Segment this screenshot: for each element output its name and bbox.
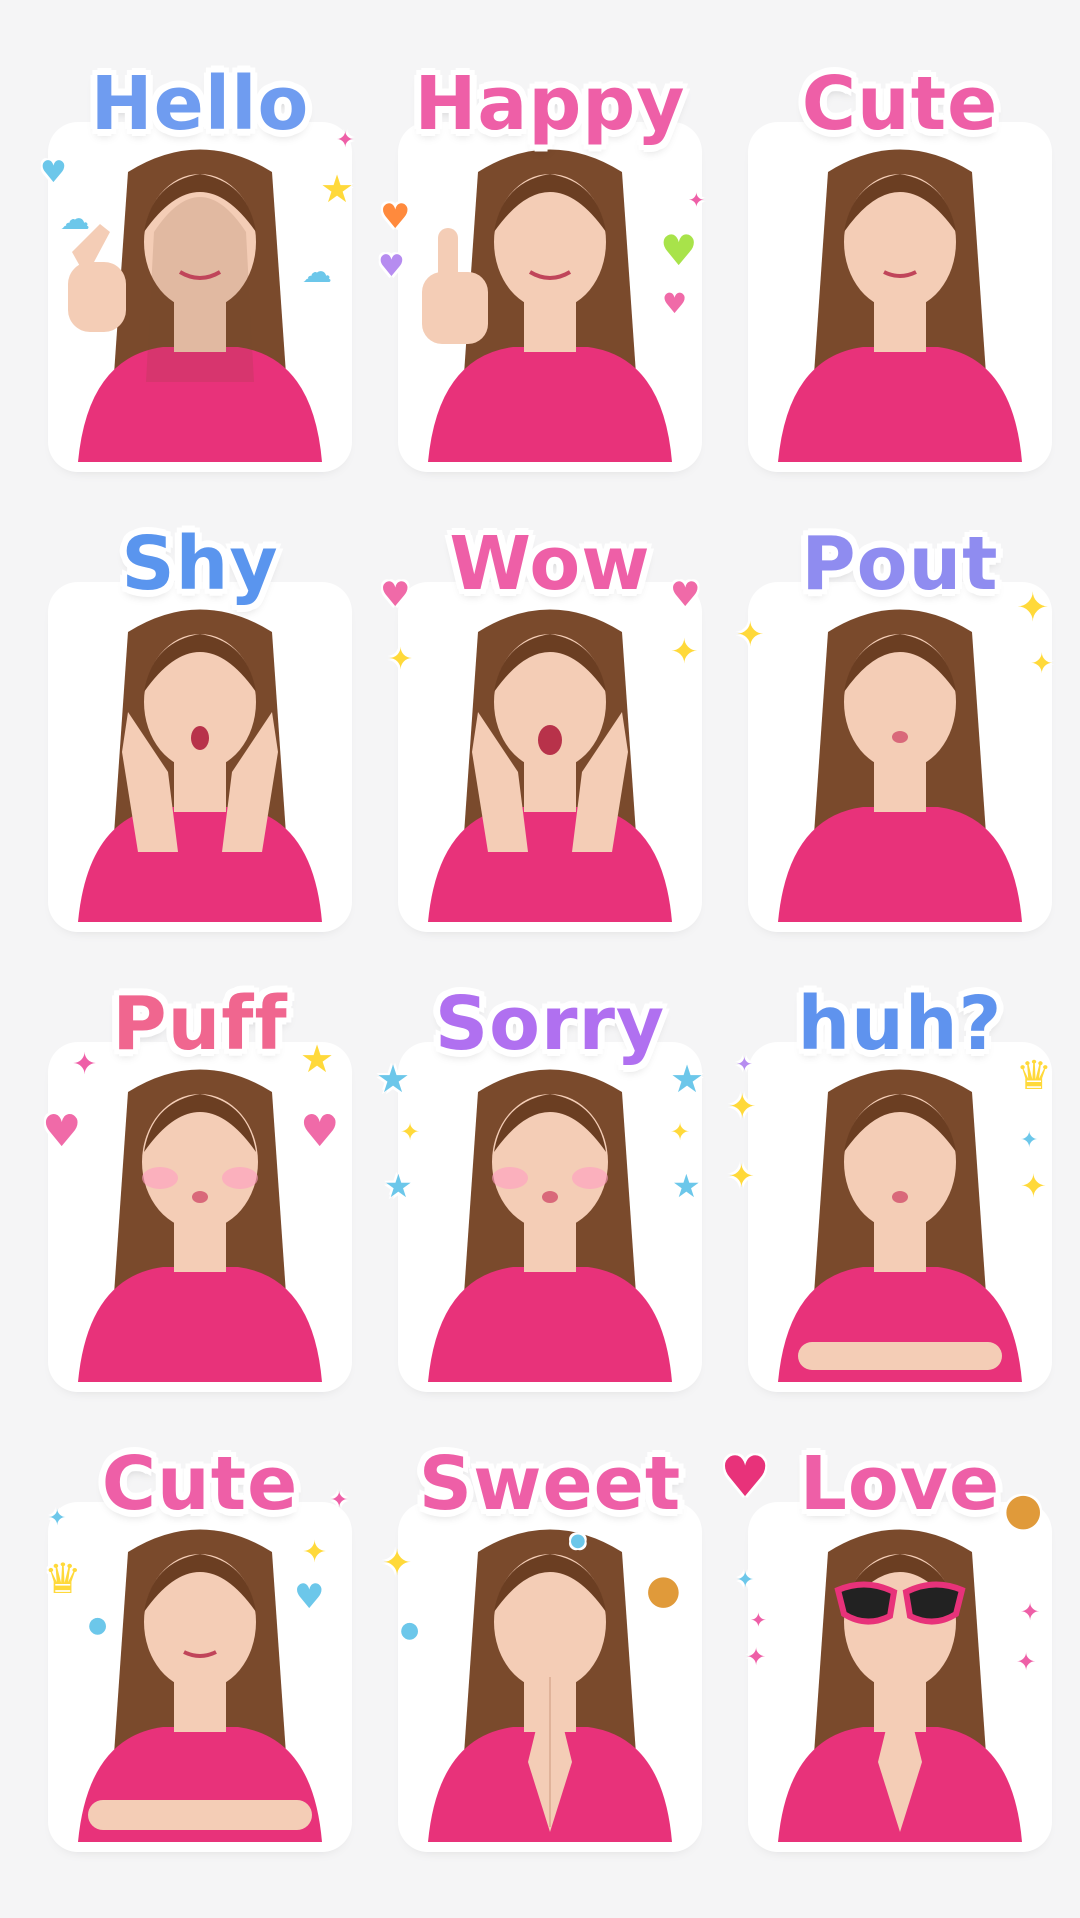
sparkle-icon: ✦ [1016, 585, 1050, 631]
sticker-huh[interactable]: huh? ✦ ♛ ✦ ✦ ✦ ✦ [720, 960, 1080, 1440]
star-icon: ★ [670, 1057, 705, 1101]
sparkle-icon: ✦ [688, 188, 705, 212]
person-hands-on-cheeks-image [58, 592, 342, 922]
sticker-label: Shy [121, 521, 279, 607]
sparkle-icon: ✦ [382, 1543, 413, 1584]
sparkle-icon: ✦ [1020, 1598, 1041, 1626]
sparkle-icon: ✦ [302, 1535, 328, 1570]
sticker-photo [58, 592, 342, 922]
star-icon: ★ [376, 1057, 411, 1101]
heart-icon: ♥ [300, 1106, 340, 1157]
sticker-sorry[interactable]: Sorry ★ ★ ✦ ✦ ★ ★ [370, 960, 730, 1440]
droplet-icon: ● [400, 1618, 420, 1643]
sticker-sweet[interactable]: Sweet ✦ ● ● ● [370, 1420, 730, 1900]
sticker-sheet: Hello ♥ ☁ ★ ☁ ✦ Happy ♥ ♥ ♥ ♥ ✦ Cute Shy… [0, 0, 1080, 1918]
sticker-label: Hello [90, 61, 310, 147]
sparkle-icon: ✦ [728, 1087, 757, 1127]
sticker-cute[interactable]: Cute [720, 40, 1080, 520]
star-icon: ★ [384, 1167, 413, 1205]
sticker-photo [58, 1052, 342, 1382]
sparkle-icon: ✦ [1030, 647, 1054, 680]
sticker-wow[interactable]: Wow ♥ ♥ ✦ ✦ [370, 500, 730, 980]
sticker-photo [58, 1512, 342, 1842]
sticker-cute-2[interactable]: Cute ✦ ✦ ♛ ✦ ♥ ● [20, 1420, 380, 1900]
star-icon: ★ [300, 1037, 335, 1081]
person-wink-image [758, 132, 1042, 462]
sticker-label: Cute [801, 61, 999, 147]
sparkle-icon: ✦ [736, 1052, 753, 1076]
sticker-photo [758, 1052, 1042, 1382]
crown-icon: ♛ [44, 1554, 82, 1603]
sticker-photo [408, 1512, 692, 1842]
sparkle-icon: ✦ [388, 642, 414, 677]
heart-icon: ♥ [40, 155, 67, 190]
crown-icon: ♛ [1016, 1053, 1052, 1099]
sparkle-icon: ✦ [72, 1047, 98, 1082]
sparkle-icon: ✦ [1020, 1167, 1047, 1205]
person-waving-image [58, 132, 342, 462]
sticker-photo [408, 132, 692, 462]
sticker-hello[interactable]: Hello ♥ ☁ ★ ☁ ✦ [20, 40, 380, 520]
heart-icon: ♥ [294, 1577, 325, 1617]
heart-icon: ♥ [378, 249, 405, 284]
sparkle-icon: ✦ [48, 1506, 67, 1531]
sparkle-icon: ✦ [1020, 1128, 1039, 1153]
sticker-photo [758, 1512, 1042, 1842]
sticker-photo [408, 1052, 692, 1382]
droplet-icon: ● [570, 1530, 586, 1551]
star-icon: ★ [320, 167, 355, 211]
sticker-shy[interactable]: Shy [20, 500, 380, 980]
sparkle-icon: ✦ [750, 1608, 767, 1632]
sticker-photo [758, 592, 1042, 922]
sticker-label: Cute [101, 1441, 299, 1527]
heart-icon: ♥ [380, 575, 411, 615]
cloud-icon: ☁ [302, 255, 332, 290]
sparkle-icon: ✦ [728, 1157, 755, 1195]
sticker-photo [408, 592, 692, 922]
sticker-happy[interactable]: Happy ♥ ♥ ♥ ♥ ✦ [370, 40, 730, 520]
sparkle-icon: ✦ [736, 615, 765, 655]
sticker-label: Sweet [418, 1441, 682, 1527]
heart-icon: ♥ [42, 1106, 82, 1157]
sticker-puff[interactable]: Puff ✦ ★ ♥ ♥ [20, 960, 380, 1440]
sparkle-icon: ✦ [400, 1118, 421, 1146]
sparkle-icon: ✦ [1016, 1648, 1037, 1676]
sparkle-icon: ✦ [746, 1643, 767, 1671]
bread-icon: ● [1004, 1484, 1043, 1535]
sticker-photo [758, 132, 1042, 462]
sparkle-icon: ✦ [670, 1118, 691, 1146]
heart-icon: ♥ [380, 197, 411, 237]
person-arms-crossed-image [58, 1512, 342, 1842]
sparkle-icon: ✦ [330, 1488, 349, 1513]
heart-icon: ♥ [720, 1445, 771, 1510]
person-pout-image [758, 592, 1042, 922]
cloud-icon: ☁ [60, 202, 90, 237]
person-thumbs-up-image [408, 132, 692, 462]
droplet-icon: ● [88, 1613, 108, 1638]
person-praying-hands-image [408, 1512, 692, 1842]
burger-icon: ● [646, 1567, 681, 1613]
person-puffed-cheeks-image [58, 1052, 342, 1382]
person-arms-crossed-image [758, 1052, 1042, 1382]
sticker-pout[interactable]: Pout ✦ ✦ ✦ [720, 500, 1080, 980]
person-surprised-image [408, 592, 692, 922]
sticker-photo [58, 132, 342, 462]
heart-icon: ♥ [660, 226, 698, 275]
sparkle-icon: ✦ [670, 632, 699, 672]
sparkle-icon: ✦ [736, 1568, 755, 1593]
person-sunglasses-praying-image [758, 1512, 1042, 1842]
person-puffed-cheeks-image [408, 1052, 692, 1382]
sparkle-icon: ✦ [336, 128, 355, 153]
sticker-label: Happy [414, 61, 686, 147]
heart-icon: ♥ [670, 575, 701, 615]
sticker-label: Sorry [434, 981, 666, 1067]
heart-icon: ♥ [662, 287, 688, 320]
sticker-love[interactable]: Love ♥ ● ✦ ✦ ✦ ✦ ✦ [720, 1420, 1080, 1900]
star-icon: ★ [672, 1167, 701, 1205]
